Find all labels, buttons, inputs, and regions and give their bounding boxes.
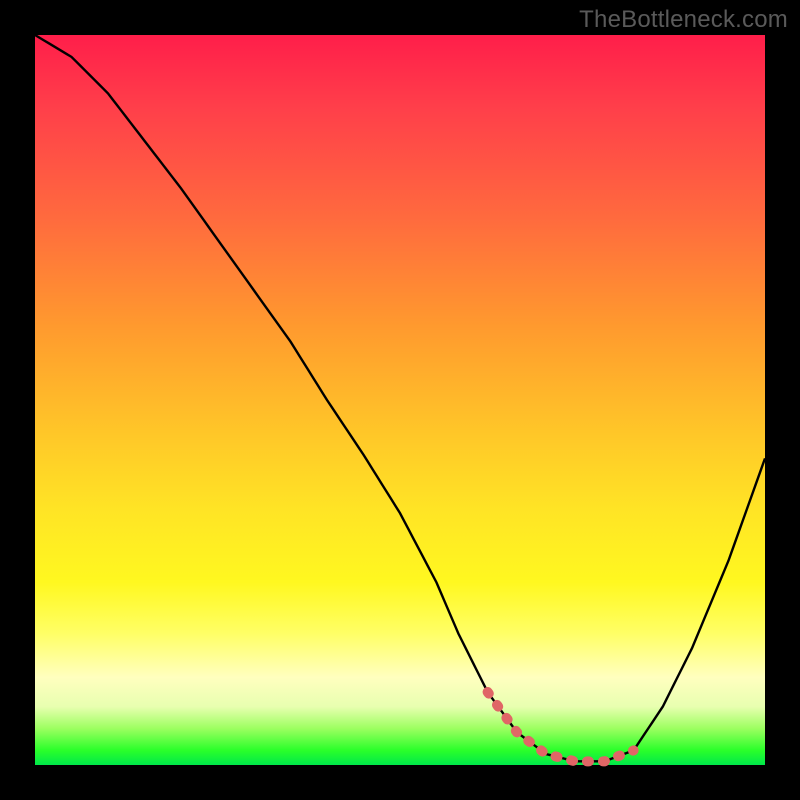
bottleneck-curve: [35, 35, 765, 761]
curve-layer: [35, 35, 765, 765]
bottleneck-curve-highlight: [488, 692, 634, 761]
watermark-text: TheBottleneck.com: [579, 6, 788, 34]
chart-frame: TheBottleneck.com: [0, 0, 800, 800]
